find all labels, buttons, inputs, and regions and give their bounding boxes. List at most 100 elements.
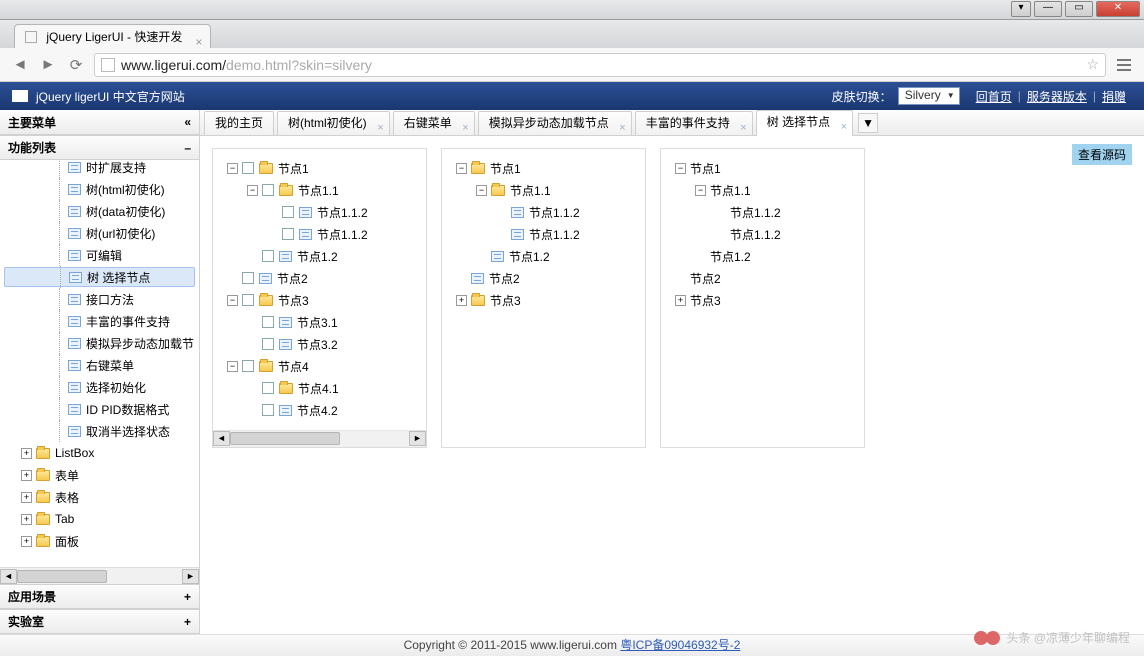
tab[interactable]: 右键菜单×	[393, 111, 475, 135]
tree-node[interactable]: −节点1.1	[450, 179, 637, 201]
tree-node[interactable]: −节点4	[221, 355, 418, 377]
expand-icon[interactable]: +	[21, 448, 32, 459]
checkbox[interactable]	[242, 360, 254, 372]
checkbox[interactable]	[242, 272, 254, 284]
expand-icon[interactable]: −	[695, 185, 706, 196]
expand-icon[interactable]: −	[227, 163, 238, 174]
sidebar-item[interactable]: 接口方法	[0, 288, 199, 310]
sidebar-folder-item[interactable]: +Tab	[0, 508, 199, 530]
checkbox[interactable]	[262, 316, 274, 328]
scrollbar-thumb[interactable]	[17, 570, 107, 583]
tree-node[interactable]: +节点3	[669, 289, 856, 311]
tab[interactable]: 树 选择节点×	[756, 110, 853, 136]
back-icon[interactable]: ◄	[10, 55, 30, 75]
expand-icon[interactable]: +	[21, 470, 32, 481]
minus-icon[interactable]: –	[184, 141, 191, 155]
sidebar-item[interactable]: 取消半选择状态	[0, 420, 199, 442]
window-close[interactable]: ✕	[1096, 1, 1140, 17]
sidebar-section-list[interactable]: 功能列表 –	[0, 135, 199, 160]
tab[interactable]: 我的主页	[204, 111, 274, 135]
sidebar-folder-item[interactable]: +ListBox	[0, 442, 199, 464]
tab[interactable]: 丰富的事件支持×	[635, 111, 753, 135]
sidebar-item[interactable]: 树 选择节点	[4, 267, 195, 287]
tab[interactable]: 树(html初使化)×	[277, 111, 390, 135]
checkbox[interactable]	[242, 162, 254, 174]
tree-node[interactable]: −节点1.1	[221, 179, 418, 201]
tab-close-icon[interactable]: ×	[841, 116, 847, 138]
window-minimize[interactable]: —	[1034, 1, 1062, 17]
expand-icon[interactable]: +	[21, 536, 32, 547]
sidebar-item[interactable]: 模拟异步动态加载节	[0, 332, 199, 354]
link-donate[interactable]: 捐赠	[1096, 88, 1132, 105]
checkbox[interactable]	[282, 206, 294, 218]
browser-tab[interactable]: jQuery LigerUI - 快速开发 ×	[14, 24, 211, 48]
tree-node[interactable]: 节点3.1	[221, 311, 418, 333]
link-home[interactable]: 回首页	[970, 88, 1018, 105]
plus-icon[interactable]: +	[184, 590, 191, 604]
expand-icon[interactable]: −	[227, 361, 238, 372]
checkbox[interactable]	[262, 250, 274, 262]
collapse-icon[interactable]: «	[184, 115, 191, 129]
expand-icon[interactable]: +	[21, 492, 32, 503]
icp-link[interactable]: 粤ICP备09046932号-2	[620, 638, 740, 652]
sidebar-hscroll[interactable]: ◄ ►	[0, 567, 199, 584]
sidebar-item[interactable]: 时扩展支持	[0, 160, 199, 178]
tab[interactable]: 模拟异步动态加载节点×	[478, 111, 632, 135]
checkbox[interactable]	[262, 338, 274, 350]
scroll-right-icon[interactable]: ►	[182, 569, 199, 584]
checkbox[interactable]	[262, 382, 274, 394]
scroll-left-icon[interactable]: ◄	[0, 569, 17, 584]
tree-node[interactable]: 节点1.1.2	[450, 223, 637, 245]
url-input[interactable]: www.ligerui.com/demo.html?skin=silvery ☆	[94, 53, 1106, 77]
sidebar-item[interactable]: 树(url初使化)	[0, 222, 199, 244]
tree-node[interactable]: 节点4.2	[221, 399, 418, 421]
tree-node[interactable]: 节点1.1.2	[221, 223, 418, 245]
menu-icon[interactable]	[1114, 55, 1134, 75]
tree-node[interactable]: 节点4.1	[221, 377, 418, 399]
plus-icon[interactable]: +	[184, 615, 191, 629]
reload-icon[interactable]: ⟳	[66, 55, 86, 75]
sidebar-item[interactable]: 选择初始化	[0, 376, 199, 398]
skin-select[interactable]: Silvery	[898, 87, 960, 105]
scrollbar-thumb[interactable]	[230, 432, 340, 445]
sidebar-folder-item[interactable]: +面板	[0, 530, 199, 552]
sidebar-item[interactable]: 丰富的事件支持	[0, 310, 199, 332]
link-server[interactable]: 服务器版本	[1021, 88, 1093, 105]
forward-icon[interactable]: ►	[38, 55, 58, 75]
checkbox[interactable]	[242, 294, 254, 306]
tree-node[interactable]: 节点1.1.2	[669, 223, 856, 245]
tree-node[interactable]: 节点1.2	[669, 245, 856, 267]
view-source-button[interactable]: 查看源码	[1072, 144, 1132, 165]
tree-node[interactable]: 节点1.2	[450, 245, 637, 267]
tree-node[interactable]: 节点2	[221, 267, 418, 289]
expand-icon[interactable]: −	[476, 185, 487, 196]
tree-node[interactable]: 节点1.1.2	[450, 201, 637, 223]
sidebar-section-scene[interactable]: 应用场景 +	[0, 584, 199, 609]
browser-tab-close-icon[interactable]: ×	[195, 30, 202, 54]
tree-node[interactable]: 节点1.2	[221, 245, 418, 267]
expand-icon[interactable]: −	[675, 163, 686, 174]
expand-icon[interactable]: −	[247, 185, 258, 196]
tree-node[interactable]: 节点2	[669, 267, 856, 289]
sidebar-folder-item[interactable]: +表格	[0, 486, 199, 508]
tree-node[interactable]: +节点3	[450, 289, 637, 311]
tab-overflow-icon[interactable]: ▼	[858, 113, 878, 133]
sidebar-item[interactable]: 树(data初使化)	[0, 200, 199, 222]
tree-node[interactable]: 节点1.1.2	[221, 201, 418, 223]
panel-hscroll[interactable]: ◄ ►	[213, 430, 426, 447]
window-dropdown[interactable]: ▾	[1011, 1, 1031, 17]
sidebar-item[interactable]: 树(html初使化)	[0, 178, 199, 200]
checkbox[interactable]	[262, 184, 274, 196]
expand-icon[interactable]: +	[675, 295, 686, 306]
tree-node[interactable]: −节点1.1	[669, 179, 856, 201]
sidebar-folder-item[interactable]: +表单	[0, 464, 199, 486]
sidebar-item[interactable]: 可编辑	[0, 244, 199, 266]
tree-node[interactable]: 节点1.1.2	[669, 201, 856, 223]
tree-node[interactable]: −节点1	[450, 157, 637, 179]
tree-node[interactable]: −节点1	[221, 157, 418, 179]
expand-icon[interactable]: +	[21, 514, 32, 525]
scroll-right-icon[interactable]: ►	[409, 431, 426, 446]
tree-node[interactable]: 节点2	[450, 267, 637, 289]
expand-icon[interactable]: +	[456, 295, 467, 306]
window-maximize[interactable]: ▭	[1065, 1, 1093, 17]
